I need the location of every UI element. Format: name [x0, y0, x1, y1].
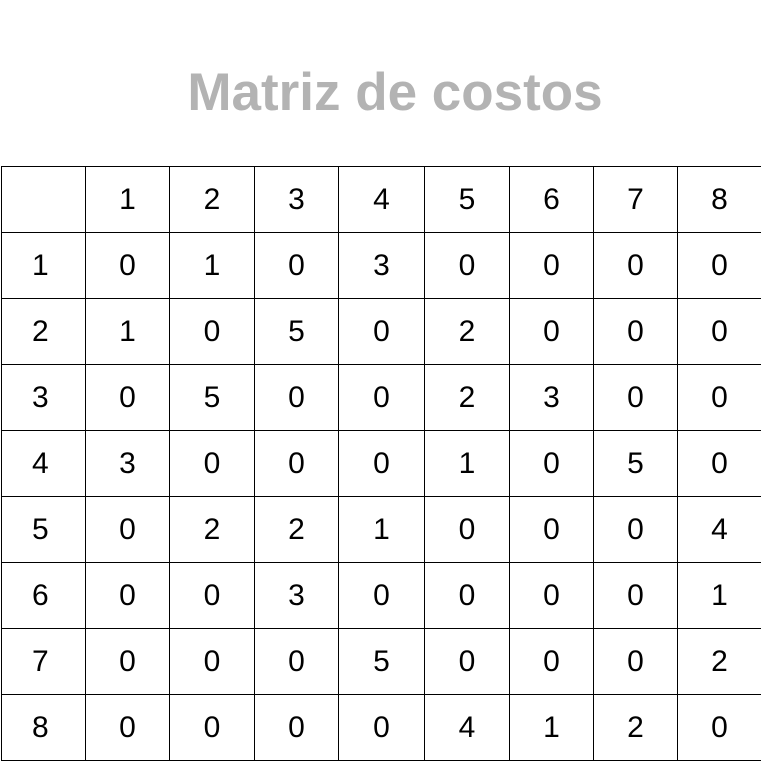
- matrix-cell: 0: [170, 695, 255, 761]
- matrix-cell: 3: [86, 431, 170, 497]
- cost-matrix-table: 1 2 3 4 5 6 7 8 101030000210502000305002…: [1, 166, 761, 761]
- matrix-cell: 5: [594, 431, 678, 497]
- matrix-cell: 1: [678, 563, 761, 629]
- matrix-cell: 5: [170, 365, 255, 431]
- matrix-cell: 0: [510, 233, 594, 299]
- matrix-cell: 0: [678, 233, 761, 299]
- matrix-cell: 0: [510, 431, 594, 497]
- matrix-cell: 0: [594, 365, 678, 431]
- matrix-cell: 0: [170, 431, 255, 497]
- matrix-cell: 1: [339, 497, 425, 563]
- matrix-cell: 5: [339, 629, 425, 695]
- matrix-cell: 0: [170, 563, 255, 629]
- row-header: 7: [2, 629, 86, 695]
- matrix-cell: 0: [678, 299, 761, 365]
- column-header: 2: [170, 167, 255, 233]
- matrix-cell: 0: [86, 365, 170, 431]
- matrix-cell: 5: [255, 299, 339, 365]
- column-header: 7: [594, 167, 678, 233]
- matrix-cell: 0: [255, 365, 339, 431]
- table-row: 800004120: [2, 695, 761, 761]
- column-header: 8: [678, 167, 761, 233]
- matrix-cell: 0: [425, 497, 510, 563]
- matrix-cell: 4: [678, 497, 761, 563]
- table-row: 210502000: [2, 299, 761, 365]
- matrix-cell: 1: [86, 299, 170, 365]
- matrix-cell: 2: [425, 365, 510, 431]
- matrix-cell: 0: [678, 695, 761, 761]
- matrix-cell: 0: [339, 563, 425, 629]
- page-title: Matriz de costos: [0, 58, 761, 128]
- matrix-cell: 0: [255, 233, 339, 299]
- matrix-cell: 0: [339, 431, 425, 497]
- matrix-cell: 0: [594, 629, 678, 695]
- matrix-cell: 0: [425, 233, 510, 299]
- column-header: 3: [255, 167, 339, 233]
- table-row: 600300001: [2, 563, 761, 629]
- matrix-cell: 0: [510, 299, 594, 365]
- matrix-cell: 0: [86, 233, 170, 299]
- cost-matrix-body: 1 2 3 4 5 6 7 8 101030000210502000305002…: [2, 167, 761, 761]
- matrix-cell: 3: [255, 563, 339, 629]
- row-header: 2: [2, 299, 86, 365]
- matrix-cell: 0: [425, 563, 510, 629]
- matrix-cell: 2: [678, 629, 761, 695]
- matrix-cell: 0: [339, 365, 425, 431]
- matrix-cell: 0: [594, 299, 678, 365]
- table-row: 305002300: [2, 365, 761, 431]
- matrix-cell: 2: [255, 497, 339, 563]
- row-header: 3: [2, 365, 86, 431]
- row-header: 4: [2, 431, 86, 497]
- row-header: 8: [2, 695, 86, 761]
- matrix-cell: 0: [255, 629, 339, 695]
- matrix-cell: 2: [425, 299, 510, 365]
- matrix-cell: 2: [170, 497, 255, 563]
- matrix-cell: 0: [510, 497, 594, 563]
- corner-cell: [2, 167, 86, 233]
- table-row: 502210004: [2, 497, 761, 563]
- column-header: 1: [86, 167, 170, 233]
- column-header: 4: [339, 167, 425, 233]
- matrix-cell: 0: [339, 695, 425, 761]
- matrix-cell: 0: [86, 497, 170, 563]
- matrix-cell: 4: [425, 695, 510, 761]
- table-row: 430001050: [2, 431, 761, 497]
- matrix-cell: 3: [339, 233, 425, 299]
- matrix-cell: 0: [339, 299, 425, 365]
- matrix-cell: 0: [594, 497, 678, 563]
- matrix-cell: 0: [678, 365, 761, 431]
- matrix-cell: 1: [510, 695, 594, 761]
- matrix-cell: 0: [255, 695, 339, 761]
- matrix-cell: 0: [86, 695, 170, 761]
- row-header: 6: [2, 563, 86, 629]
- table-row: 700050002: [2, 629, 761, 695]
- matrix-cell: 3: [510, 365, 594, 431]
- matrix-cell: 0: [86, 563, 170, 629]
- table-row: 101030000: [2, 233, 761, 299]
- matrix-cell: 0: [255, 431, 339, 497]
- matrix-cell: 0: [510, 629, 594, 695]
- matrix-cell: 0: [678, 431, 761, 497]
- column-header: 5: [425, 167, 510, 233]
- row-header: 5: [2, 497, 86, 563]
- matrix-cell: 0: [170, 629, 255, 695]
- matrix-cell: 0: [510, 563, 594, 629]
- matrix-cell: 0: [594, 233, 678, 299]
- matrix-cell: 1: [425, 431, 510, 497]
- column-header: 6: [510, 167, 594, 233]
- matrix-cell: 0: [594, 563, 678, 629]
- matrix-cell: 0: [425, 629, 510, 695]
- matrix-cell: 0: [170, 299, 255, 365]
- matrix-cell: 0: [86, 629, 170, 695]
- matrix-cell: 1: [170, 233, 255, 299]
- row-header: 1: [2, 233, 86, 299]
- matrix-cell: 2: [594, 695, 678, 761]
- header-row: 1 2 3 4 5 6 7 8: [2, 167, 761, 233]
